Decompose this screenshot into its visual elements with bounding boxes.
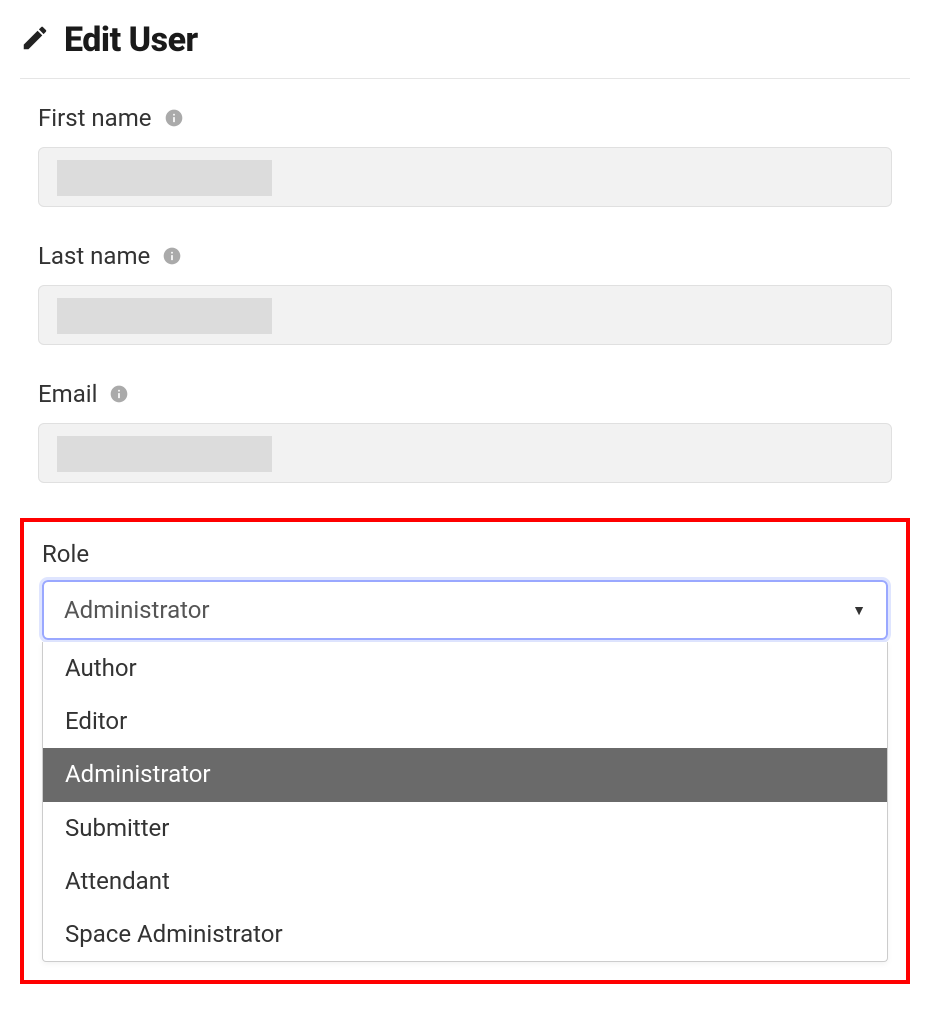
info-icon[interactable] — [109, 384, 129, 404]
chevron-down-icon: ▼ — [852, 602, 866, 619]
role-option-author[interactable]: Author — [43, 642, 887, 695]
pencil-icon — [20, 23, 50, 57]
page-header: Edit User — [20, 20, 910, 79]
edit-user-form: First name Last name Email — [20, 104, 910, 984]
last-name-field[interactable] — [38, 285, 892, 345]
first-name-label-row: First name — [38, 104, 892, 132]
redacted-value — [57, 298, 272, 334]
info-icon[interactable] — [164, 108, 184, 128]
info-icon[interactable] — [162, 246, 182, 266]
role-selected-value: Administrator — [64, 596, 210, 624]
first-name-field[interactable] — [38, 147, 892, 207]
page-title: Edit User — [64, 20, 198, 60]
last-name-label: Last name — [38, 242, 150, 270]
role-select-wrapper: Administrator ▼ Author Editor Administra… — [42, 580, 888, 962]
first-name-group: First name — [38, 104, 892, 207]
role-option-space-administrator[interactable]: Space Administrator — [43, 908, 887, 961]
last-name-group: Last name — [38, 242, 892, 345]
email-field[interactable] — [38, 423, 892, 483]
role-option-administrator[interactable]: Administrator — [43, 748, 887, 801]
role-highlight-box: Role Administrator ▼ Author Editor Admin… — [20, 518, 910, 984]
role-option-attendant[interactable]: Attendant — [43, 855, 887, 908]
role-option-submitter[interactable]: Submitter — [43, 802, 887, 855]
role-option-editor[interactable]: Editor — [43, 695, 887, 748]
redacted-value — [57, 436, 272, 472]
role-label: Role — [42, 540, 89, 568]
first-name-label: First name — [38, 104, 152, 132]
role-group: Role Administrator ▼ Author Editor Admin… — [42, 540, 888, 962]
email-label: Email — [38, 380, 97, 408]
role-label-row: Role — [42, 540, 888, 568]
role-dropdown-list: Author Editor Administrator Submitter At… — [42, 642, 888, 962]
last-name-label-row: Last name — [38, 242, 892, 270]
email-label-row: Email — [38, 380, 892, 408]
redacted-value — [57, 160, 272, 196]
email-group: Email — [38, 380, 892, 483]
role-select[interactable]: Administrator ▼ — [42, 580, 888, 640]
